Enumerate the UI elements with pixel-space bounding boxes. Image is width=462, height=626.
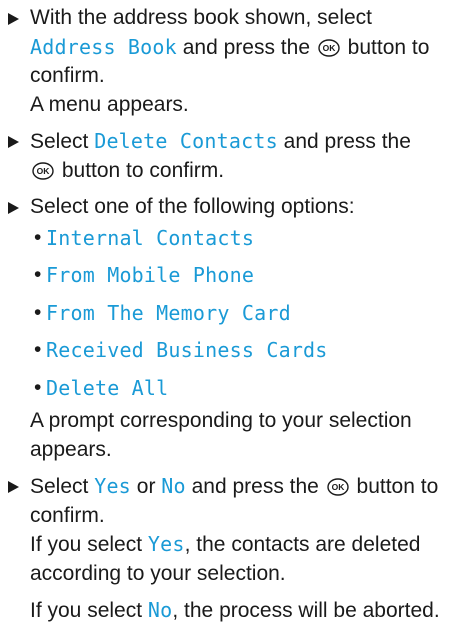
option-no: No: [147, 598, 173, 622]
option-label: From The Memory Card: [46, 300, 291, 325]
triangle-bullet-icon: [8, 481, 19, 493]
option-label: Delete All: [46, 375, 169, 400]
note-text: If you select: [30, 599, 148, 622]
option-label: From Mobile Phone: [46, 263, 255, 287]
step-text: and press the: [277, 130, 411, 153]
option-item: • From The Memory Card: [30, 299, 456, 329]
ok-button-icon: OK: [318, 38, 340, 57]
ok-icon-label: OK: [331, 482, 345, 492]
step-text: or: [130, 475, 162, 498]
triangle-bullet-icon: [8, 136, 19, 148]
option-item: • Delete All: [30, 374, 456, 404]
step-confirm-delete: Select Yes or No and press the OK button…: [6, 472, 456, 588]
step-text: With the address book shown, select: [30, 6, 373, 29]
option-item: • Internal Contacts: [30, 224, 456, 254]
option-label: Internal Contacts: [46, 225, 255, 250]
step-text: Select: [30, 475, 95, 498]
abort-note: If you select No, the process will be ab…: [6, 596, 456, 626]
menu-term-address-book: Address Book: [30, 34, 177, 59]
step-text: button to confirm.: [56, 158, 225, 182]
step-result: If you select Yes, the contacts are dele…: [30, 530, 456, 588]
result-text: If you select: [30, 533, 148, 556]
option-no: No: [161, 474, 186, 498]
triangle-bullet-icon: [8, 13, 19, 25]
step-result: A prompt corresponding to your selection…: [30, 409, 412, 461]
dot-bullet-icon: •: [34, 338, 42, 361]
option-label: Received Business Cards: [46, 338, 328, 362]
ok-icon-label: OK: [37, 166, 51, 176]
option-list: • Internal Contacts • From Mobile Phone • F…: [30, 224, 456, 404]
step-select-option: Select one of the following options: • In…: [6, 193, 456, 464]
option-yes: Yes: [147, 532, 185, 556]
step-text: Select: [30, 130, 95, 153]
step-text: and press the: [176, 35, 316, 59]
step-delete-contacts: Select Delete Contacts and press the OK …: [6, 127, 456, 185]
ok-button-icon: OK: [326, 478, 349, 496]
dot-bullet-icon: •: [34, 375, 42, 399]
ok-button-icon: OK: [32, 161, 54, 180]
dot-bullet-icon: •: [34, 225, 42, 249]
option-item: • From Mobile Phone: [30, 261, 456, 291]
dot-bullet-icon: •: [34, 300, 42, 324]
ok-icon-label: OK: [322, 43, 336, 53]
option-yes: Yes: [94, 474, 131, 498]
manual-page: With the address book shown, select Addr…: [0, 0, 462, 622]
menu-term-delete-contacts: Delete Contacts: [94, 129, 278, 153]
dot-bullet-icon: •: [34, 263, 42, 286]
option-item: • Received Business Cards: [30, 336, 456, 366]
step-text: Select one of the following options:: [30, 195, 355, 218]
step-address-book: With the address book shown, select Addr…: [6, 4, 456, 119]
note-text: , the process will be aborted.: [172, 599, 440, 622]
step-text: and press the: [185, 475, 325, 498]
triangle-bullet-icon: [8, 202, 19, 214]
step-result: A menu appears.: [30, 92, 189, 116]
